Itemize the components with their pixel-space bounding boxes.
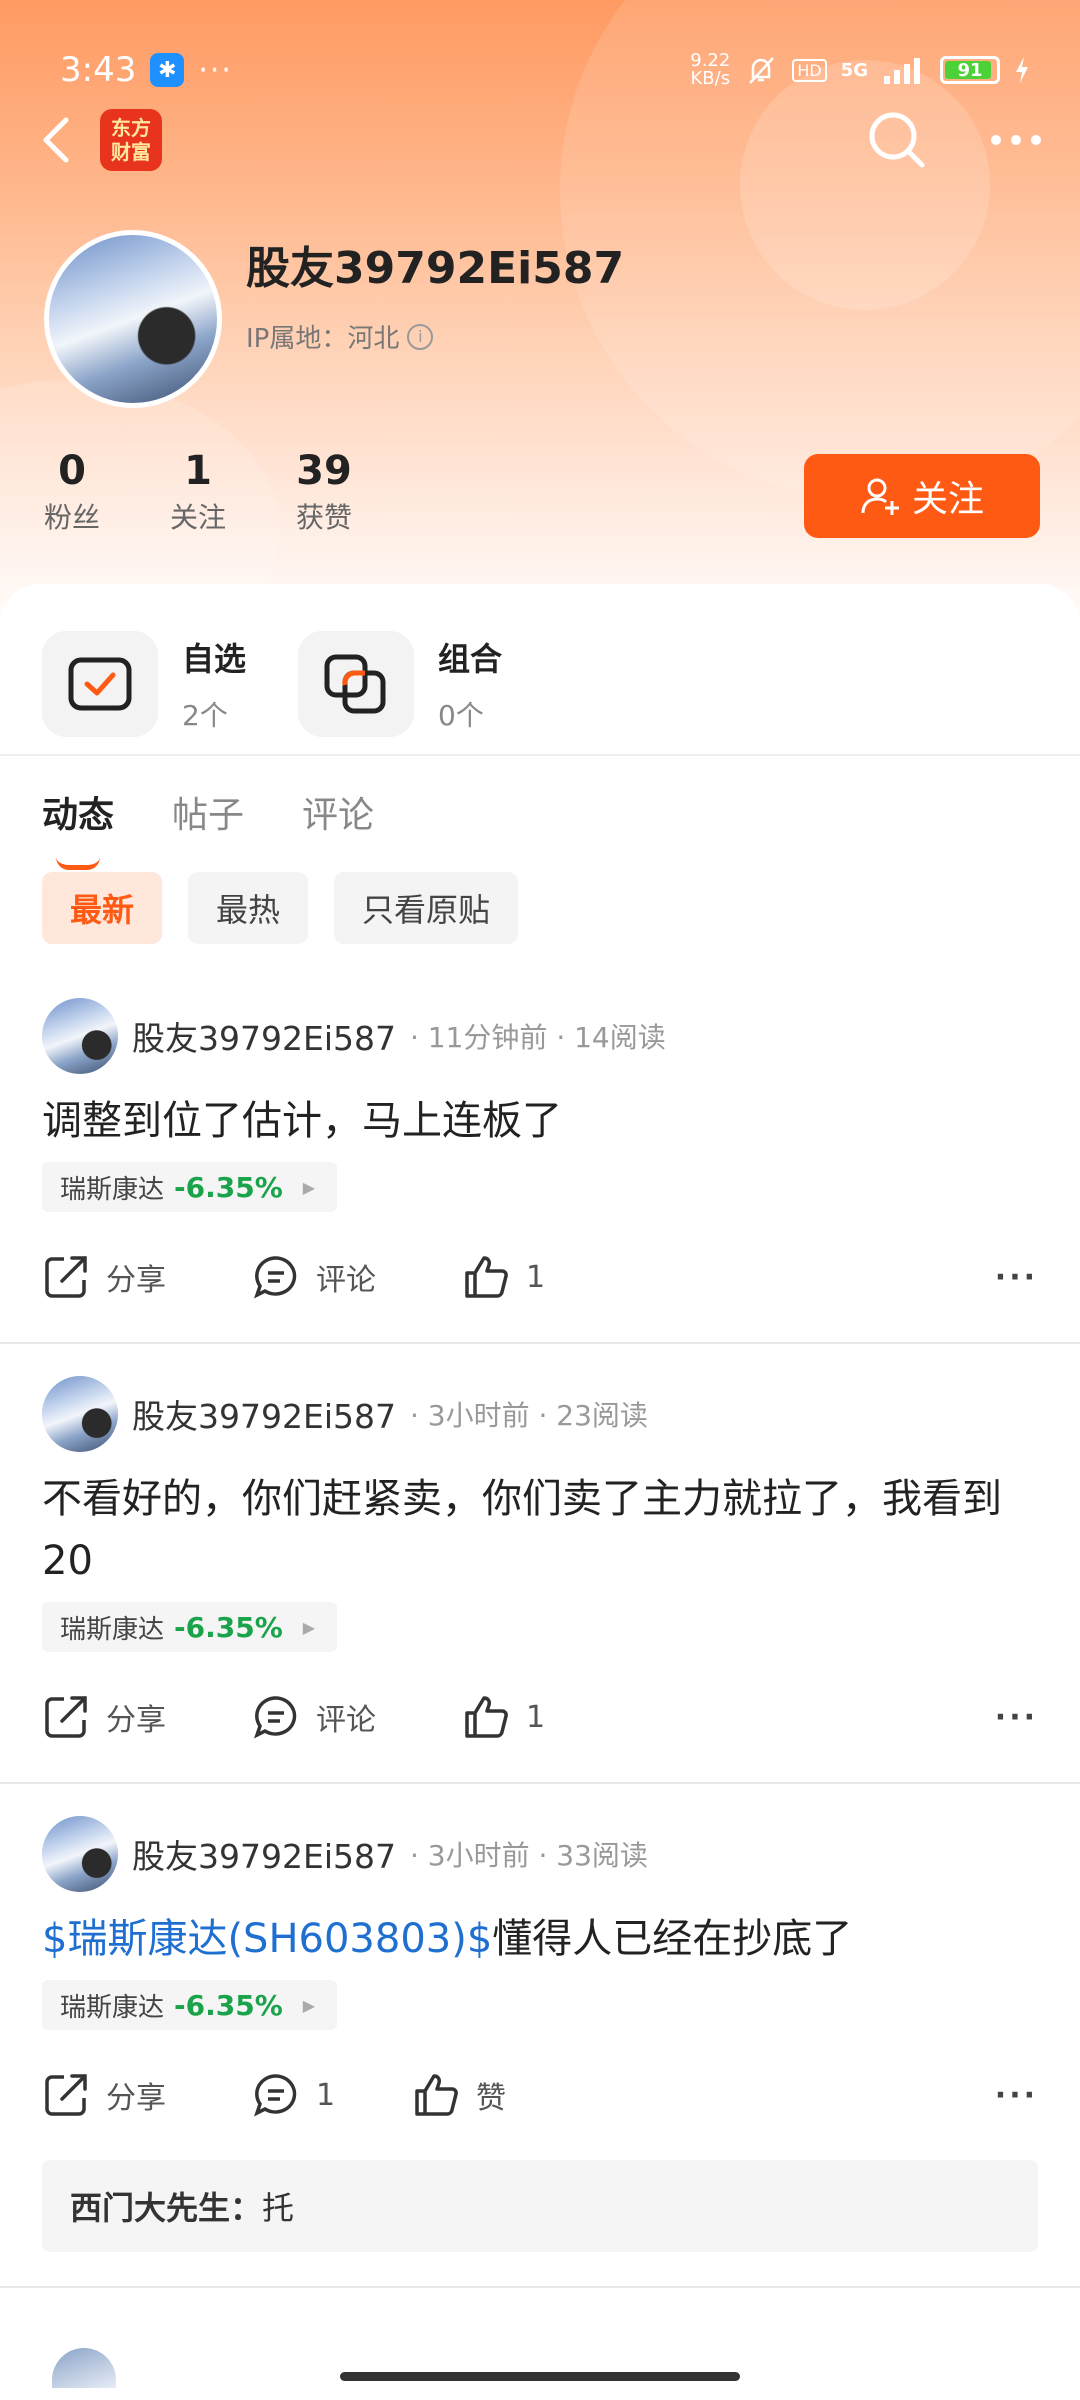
avatar[interactable] (42, 1816, 118, 1892)
post-item[interactable]: 股友39792Ei587 · 11分钟前 · 14阅读 调整到位了估计，马上连板… (0, 996, 1080, 1344)
status-bar: 3:43 ✱ ··· 9.22 KB/s HD 5G 91 (60, 48, 1030, 92)
stock-tag[interactable]: 瑞斯康达 -6.35% ▶ (42, 1162, 338, 1212)
stock-tag[interactable]: 瑞斯康达 -6.35% ▶ (42, 1980, 338, 2030)
post-meta: · 11分钟前 · 14阅读 (409, 1021, 666, 1054)
network-type: 5G (840, 59, 868, 81)
post-text[interactable]: 不看好的，你们赶紧卖，你们卖了主力就拉了，我看到20 (42, 1468, 1038, 1592)
shortcut-portfolio[interactable]: 组合 0个 (298, 614, 518, 754)
post-list: 股友39792Ei587 · 11分钟前 · 14阅读 调整到位了估计，马上连板… (0, 996, 1080, 2288)
profile-avatar[interactable] (44, 230, 222, 408)
home-indicator[interactable] (340, 2372, 740, 2381)
status-time: 3:43 (60, 50, 137, 90)
post-author[interactable]: 股友39792Ei587 (132, 1012, 396, 1060)
post-text[interactable]: $瑞斯康达(SH603803)$懂得人已经在抄底了 (42, 1908, 1038, 1970)
post-item[interactable]: 股友39792Ei587 · 3小时前 · 33阅读 $瑞斯康达(SH60380… (0, 1784, 1080, 2288)
post-more-icon[interactable]: ··· (995, 1700, 1038, 1735)
profile-username: 股友39792Ei587 (246, 243, 625, 294)
filter-latest[interactable]: 最新 (42, 872, 163, 944)
add-user-icon (861, 478, 899, 515)
app-logo: 东方 财富 (100, 109, 162, 171)
filter-chips: 最新 最热 只看原贴 (0, 852, 1080, 948)
share-icon (45, 2074, 87, 2116)
comment-icon (254, 1256, 297, 1299)
like-button[interactable]: 1 (462, 1693, 545, 1741)
post-author[interactable]: 股友39792Ei587 (132, 1830, 396, 1878)
battery-indicator: 91 (940, 56, 1000, 84)
notification-more-icon: ··· (198, 52, 233, 88)
comment-button[interactable]: 评论 (252, 1253, 462, 1301)
post-item[interactable]: 股友39792Ei587 · 3小时前 · 23阅读 不看好的，你们赶紧卖，你们… (0, 1344, 1080, 1784)
comment-button[interactable]: 1 (252, 2071, 412, 2119)
stock-tag[interactable]: 瑞斯康达 -6.35% ▶ (42, 1602, 338, 1652)
charging-icon (1016, 57, 1028, 83)
thumbs-up-icon (415, 2074, 458, 2116)
more-options-icon[interactable] (988, 130, 1044, 150)
comment-text: 托 (262, 2189, 295, 2227)
stock-link[interactable]: $瑞斯康达(SH603803)$ (42, 1916, 492, 1962)
watchlist-check-icon (42, 631, 158, 737)
filter-hot[interactable]: 最热 (188, 872, 309, 944)
comment-author: 西门大先生： (70, 2189, 263, 2227)
post-meta: · 3小时前 · 23阅读 (409, 1399, 648, 1432)
post-more-icon[interactable]: ··· (995, 1260, 1038, 1295)
share-icon (45, 1256, 87, 1298)
stat-likes[interactable]: 39 获赞 (292, 448, 356, 536)
profile-stats: 0 粉丝 1 关注 39 获赞 (40, 448, 356, 536)
post-author[interactable]: 股友39792Ei587 (132, 1390, 396, 1438)
follow-button[interactable]: 关注 (804, 454, 1040, 538)
network-speed: 9.22 KB/s (690, 50, 731, 89)
share-icon (45, 1696, 87, 1738)
share-button[interactable]: 分享 (42, 1693, 252, 1741)
portfolio-icon (298, 631, 414, 737)
triangle-right-icon: ▶ (302, 1617, 316, 1637)
like-button[interactable]: 1 (462, 1253, 545, 1301)
post-meta: · 3小时前 · 33阅读 (409, 1839, 648, 1872)
comment-preview[interactable]: 西门大先生： 托 (42, 2160, 1038, 2252)
bluetooth-icon: ✱ (150, 53, 185, 87)
comment-icon (254, 2074, 297, 2117)
content-tabs: 动态 帖子 评论 (0, 756, 1080, 870)
info-icon[interactable]: i (407, 323, 434, 350)
avatar[interactable] (42, 1376, 118, 1452)
share-button[interactable]: 分享 (42, 2071, 252, 2119)
hd-badge: HD (792, 58, 827, 82)
stat-following[interactable]: 1 关注 (166, 448, 230, 536)
shortcut-watchlist[interactable]: 自选 2个 (42, 614, 262, 754)
signal-icon (884, 58, 920, 84)
share-button[interactable]: 分享 (42, 1253, 252, 1301)
post-text[interactable]: 调整到位了估计，马上连板了 (42, 1090, 1038, 1152)
like-button[interactable]: 赞 (412, 2071, 506, 2119)
content-panel: 自选 2个 组合 0个 动态 帖子 评论 最新 最热 只看原贴 股友39792E… (0, 584, 1080, 2400)
comment-icon (254, 1696, 297, 1739)
mute-bell-icon (749, 57, 775, 84)
thumbs-up-icon (465, 1696, 508, 1738)
back-arrow-icon[interactable] (36, 110, 76, 170)
filter-original-only[interactable]: 只看原贴 (334, 872, 519, 944)
search-icon[interactable] (866, 109, 928, 171)
triangle-right-icon: ▶ (302, 1177, 316, 1197)
post-more-icon[interactable]: ··· (995, 2078, 1038, 2113)
thumbs-up-icon (465, 1256, 508, 1298)
top-navigation: 东方 财富 (36, 100, 1044, 180)
tab-posts[interactable]: 帖子 (172, 786, 244, 852)
tab-activity[interactable]: 动态 (42, 786, 114, 870)
ip-location: IP属地：河北 i (246, 318, 434, 355)
comment-button[interactable]: 评论 (252, 1693, 462, 1741)
avatar[interactable] (42, 998, 118, 1074)
tab-comments[interactable]: 评论 (302, 786, 374, 852)
stat-followers[interactable]: 0 粉丝 (40, 448, 104, 536)
triangle-right-icon: ▶ (302, 1995, 316, 2015)
